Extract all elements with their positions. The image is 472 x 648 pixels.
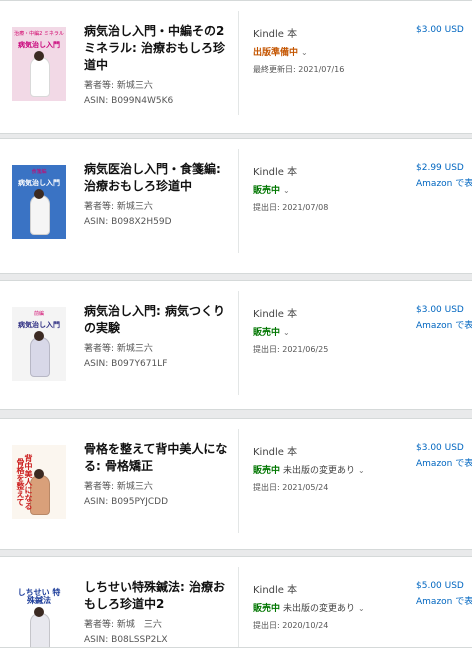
book-title[interactable]: 病気治し入門・中編その2 ミネラル: 治療おもしろ珍道中 [84,23,234,74]
view-on-amazon-link[interactable]: Amazon で表 [416,594,472,607]
book-card: しちせい 特殊鍼法 しちせい特殊鍼法: 治療おもしろ珍道中2 著者等: 新城 三六 A… [0,556,472,648]
status-dropdown[interactable]: 販売中 ⌄ [253,325,290,338]
status-label: 販売中 [253,466,281,476]
book-date: 最終更新日: 2021/07/16 [253,65,345,74]
price-value: $3.00 USD [416,443,464,453]
book-card: 治療・中編2 ミネラル 病気治し入門 病気治し入門・中編その2 ミネラル: 治療おも… [0,0,472,134]
book-format: Kindle 本 [253,29,298,40]
cover-title: 病気治し入門 [18,41,60,49]
book-author: 著者等: 新城三六 [84,344,153,354]
book-asin: ASIN: B098X2H59D [84,217,172,227]
price-value: $3.00 USD [416,305,464,315]
column-divider [238,149,239,253]
book-format: Kindle 本 [253,309,298,320]
chevron-down-icon: ⌄ [358,604,365,613]
cover-figure-head [34,189,44,199]
book-author: 著者等: 新城三六 [84,482,153,492]
chevron-down-icon: ⌄ [358,466,365,475]
book-cover-thumbnail[interactable]: 治療・中編2 ミネラル 病気治し入門 [12,27,66,101]
book-cover-thumbnail[interactable]: 前編 病気治し入門 [12,307,66,381]
view-on-amazon-link[interactable]: Amazon で表 [416,456,472,469]
cover-subtitle: 前編 [33,311,44,317]
book-asin: ASIN: B099N4W5K6 [84,96,174,106]
cover-figure [30,613,50,647]
status-extra: 未出版の変更あり [283,466,356,476]
chevron-down-icon: ⌄ [283,328,290,337]
book-format: Kindle 本 [253,167,298,178]
book-cover-thumbnail[interactable]: 背中美人になる 骨格を整えて [12,445,66,519]
book-card: 前編 病気治し入門 病気治し入門: 病気つくりの実験 著者等: 新城三六 ASIN: B… [0,280,472,410]
cover-title: 背中美人になる 骨格を整えて [16,454,33,510]
book-date: 提出日: 2021/06/25 [253,345,329,354]
book-price: $3.00 USD Amazon で表 [416,443,472,469]
cover-figure-head [34,51,44,61]
status-dropdown[interactable]: 販売中 未出版の変更あり ⌄ [253,463,365,476]
cover-title: 病気治し入門 [18,179,60,187]
book-price: $3.00 USD Amazon で表 [416,305,472,331]
book-date: 提出日: 2020/10/24 [253,621,329,630]
chevron-down-icon: ⌄ [283,186,290,195]
status-dropdown[interactable]: 販売中 ⌄ [253,183,290,196]
book-date: 提出日: 2021/07/08 [253,203,329,212]
status-extra: 未出版の変更あり [283,604,356,614]
price-value: $3.00 USD [416,25,464,35]
book-title[interactable]: 病気治し入門: 病気つくりの実験 [84,303,234,337]
book-author: 著者等: 新城三六 [84,81,153,91]
book-card: 背中美人になる 骨格を整えて 骨格を整えて背中美人になる: 骨格矯正著者等: 新城… [0,418,472,550]
book-price: $3.00 USD [416,25,464,35]
cover-figure-head [34,331,44,341]
book-title[interactable]: しちせい特殊鍼法: 治療おもしろ珍道中2 [84,579,234,613]
cover-subtitle: 食箋編 [31,169,47,175]
book-price: $5.00 USD Amazon で表 [416,581,472,607]
book-title[interactable]: 骨格を整えて背中美人になる: 骨格矯正 [84,441,234,475]
book-price: $2.99 USD Amazon で表 [416,163,472,189]
cover-figure [30,337,50,377]
status-label: 販売中 [253,186,281,196]
cover-figure [30,195,50,235]
book-author: 著者等: 新城 三六 [84,620,162,630]
cover-title: しちせい 特殊鍼法 [17,588,61,605]
book-cover-thumbnail[interactable]: しちせい 特殊鍼法 [12,583,66,647]
book-format: Kindle 本 [253,585,298,596]
column-divider [238,11,239,115]
status-dropdown[interactable]: 販売中 未出版の変更あり ⌄ [253,601,365,614]
status-label: 販売中 [253,328,281,338]
book-asin: ASIN: B08LSSP2LX [84,635,168,645]
column-divider [238,429,239,533]
view-on-amazon-link[interactable]: Amazon で表 [416,176,472,189]
cover-subtitle: 治療・中編2 ミネラル [14,31,64,37]
book-cover-thumbnail[interactable]: 食箋編 病気治し入門 [12,165,66,239]
book-date: 提出日: 2021/05/24 [253,483,329,492]
column-divider [238,291,239,395]
status-dropdown[interactable]: 出版準備中 ⌄ [253,45,308,58]
price-value: $2.99 USD [416,163,464,173]
cover-figure-head [34,469,44,479]
book-format: Kindle 本 [253,447,298,458]
book-card: 食箋編 病気治し入門 病気医治し入門・食箋編: 治療おもしろ珍道中 著者等: 新城三六… [0,138,472,274]
price-value: $5.00 USD [416,581,464,591]
cover-figure-head [34,607,44,617]
status-label: 販売中 [253,604,281,614]
book-title[interactable]: 病気医治し入門・食箋編: 治療おもしろ珍道中 [84,161,234,195]
status-label: 出版準備中 [253,48,299,58]
column-divider [238,567,239,647]
cover-title: 病気治し入門 [18,321,60,329]
view-on-amazon-link[interactable]: Amazon で表 [416,318,472,331]
cover-figure [30,475,50,515]
book-asin: ASIN: B095PYJCDD [84,497,169,507]
book-author: 著者等: 新城三六 [84,202,153,212]
book-asin: ASIN: B097Y671LF [84,359,168,369]
cover-figure [30,57,50,97]
chevron-down-icon: ⌄ [301,48,308,57]
